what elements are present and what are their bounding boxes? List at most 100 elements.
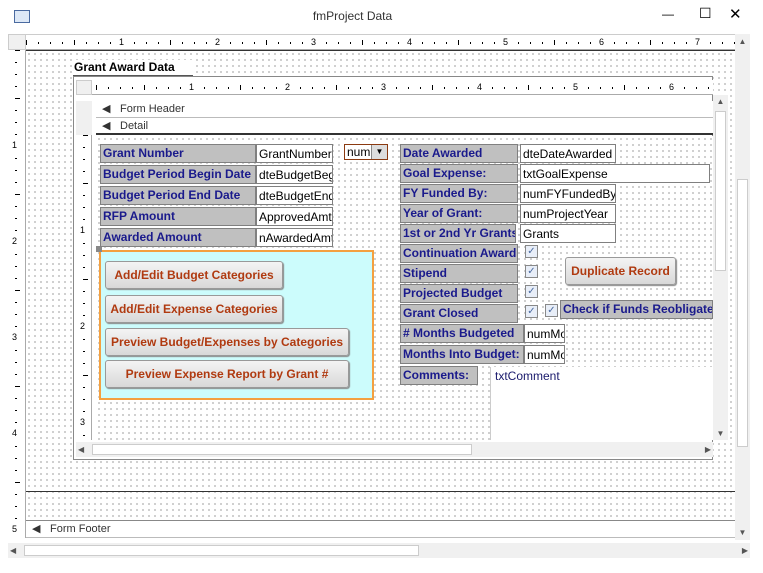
- field-label: Grant Number: [100, 144, 256, 163]
- close-button[interactable]: ✕: [729, 5, 742, 23]
- vertical-ruler: 1 2 3 4 5: [8, 50, 26, 538]
- ruler-tick: [15, 482, 20, 483]
- comment-textbox[interactable]: txtComment: [490, 367, 713, 440]
- ruler-tick: [482, 42, 483, 44]
- reobligated-checkbox[interactable]: ✓: [545, 304, 558, 317]
- ruler-tick: [83, 243, 85, 244]
- field-textbox[interactable]: ApprovedAmt: [256, 207, 333, 226]
- ruler-tick: [15, 98, 20, 99]
- ruler-tick: [15, 170, 17, 171]
- ruler-tick: [15, 506, 17, 507]
- ruler-tick: [554, 40, 555, 45]
- ruler-tick: [336, 85, 337, 90]
- preview-expense-report-button[interactable]: Preview Expense Report by Grant #: [105, 360, 349, 388]
- form-footer-bar[interactable]: ◀ Form Footer: [26, 520, 735, 538]
- ruler-number: 1: [119, 37, 125, 47]
- ruler-tick: [83, 159, 85, 160]
- ruler-tick: [96, 85, 97, 90]
- field-textbox[interactable]: dteBudgetEnd: [256, 186, 333, 205]
- subform-horizontal-scrollbar[interactable]: ◀ ▶: [76, 442, 713, 457]
- ruler-tick: [302, 42, 303, 44]
- field-textbox[interactable]: numMonths: [524, 324, 565, 343]
- grant-award-data-label[interactable]: Grant Award Data: [73, 60, 193, 76]
- ruler-number: 2: [285, 82, 291, 92]
- field-label: Months Into Budget:: [400, 345, 524, 364]
- ruler-tick: [444, 87, 445, 89]
- ruler-tick: [15, 446, 17, 447]
- grants-combo[interactable]: Grants: [520, 224, 616, 243]
- ruler-tick: [83, 315, 85, 316]
- ruler-tick: [15, 86, 17, 87]
- ruler-tick: [290, 42, 291, 44]
- ruler-tick: [686, 42, 687, 44]
- ruler-tick: [422, 42, 423, 44]
- dropdown-arrow-icon[interactable]: ▼: [371, 145, 387, 159]
- field-textbox[interactable]: dteDateAwarded: [520, 144, 616, 163]
- ruler-tick: [62, 42, 63, 44]
- field-textbox[interactable]: numFYFundedBy: [520, 184, 616, 203]
- preview-budget-expenses-button[interactable]: Preview Budget/Expenses by Categories: [105, 328, 349, 356]
- ruler-tick: [15, 134, 17, 135]
- ruler-tick: [338, 42, 339, 44]
- ruler-tick: [170, 40, 171, 45]
- ruler-tick: [398, 42, 399, 44]
- ruler-tick: [83, 435, 85, 436]
- field-textbox[interactable]: numProjectYear: [520, 204, 616, 223]
- title-bar: fmProject Data — ☐ ✕: [0, 0, 763, 32]
- duplicate-record-button[interactable]: Duplicate Record: [565, 257, 676, 285]
- edit-expense-categories-button[interactable]: Add/Edit Expense Categories: [105, 295, 283, 323]
- checkbox[interactable]: ✓: [525, 285, 538, 298]
- ruler-tick: [15, 230, 17, 231]
- ruler-tick: [504, 87, 505, 89]
- ruler-tick: [15, 158, 17, 159]
- ruler-tick: [83, 291, 85, 292]
- ruler-tick: [83, 375, 88, 376]
- subform-corner[interactable]: [76, 80, 92, 95]
- maximize-button[interactable]: ☐: [699, 5, 712, 22]
- ruler-tick: [83, 171, 85, 172]
- ruler-tick: [566, 42, 567, 44]
- section-arrow-icon: ◀: [102, 103, 111, 115]
- ruler-tick: [590, 42, 591, 44]
- field-textbox[interactable]: GrantNumber: [256, 144, 333, 163]
- edit-budget-categories-button[interactable]: Add/Edit Budget Categories: [105, 261, 283, 289]
- section-arrow-icon: ◀: [102, 120, 111, 132]
- horizontal-ruler: 1 2 3 4 5 6 7: [26, 34, 735, 50]
- field-label: RFP Amount: [100, 207, 256, 226]
- horizontal-scrollbar[interactable]: ◀ ▶: [8, 543, 750, 558]
- ruler-number: 1: [189, 82, 195, 92]
- corner-selector[interactable]: [8, 34, 26, 50]
- ruler-tick: [180, 87, 181, 89]
- detail-bar[interactable]: ◀ Detail: [96, 118, 713, 135]
- ruler-tick: [350, 42, 351, 44]
- ruler-tick: [83, 351, 85, 352]
- ruler-tick: [15, 206, 17, 207]
- ruler-tick: [15, 326, 17, 327]
- minimize-button[interactable]: —: [662, 7, 674, 21]
- subform-vertical-scrollbar[interactable]: ▲ ▼: [713, 95, 728, 440]
- ruler-tick: [612, 87, 613, 89]
- num-combo-value: num: [347, 145, 371, 159]
- field-textbox[interactable]: numMonths: [524, 345, 565, 364]
- field-textbox[interactable]: dteBudgetBeg: [256, 165, 333, 184]
- ruler-tick: [98, 42, 99, 44]
- ruler-tick: [83, 363, 85, 364]
- ruler-tick: [458, 40, 459, 45]
- field-textbox[interactable]: nAwardedAmt: [256, 228, 333, 247]
- checkbox[interactable]: ✓: [525, 245, 538, 258]
- num-combo[interactable]: num ▼: [344, 144, 388, 160]
- vertical-scrollbar[interactable]: ▲ ▼: [735, 34, 750, 540]
- checkbox[interactable]: ✓: [525, 265, 538, 278]
- checkbox[interactable]: ✓: [525, 305, 538, 318]
- ruler-tick: [266, 40, 267, 45]
- checkbox-label: Grant Closed: [400, 304, 518, 323]
- ruler-tick: [15, 302, 17, 303]
- field-textbox[interactable]: txtGoalExpense: [520, 164, 710, 183]
- ruler-tick: [15, 194, 20, 195]
- ruler-tick: [456, 87, 457, 89]
- ruler-tick: [492, 87, 493, 89]
- ruler-tick: [83, 267, 85, 268]
- ruler-tick: [15, 62, 17, 63]
- form-header-bar[interactable]: ◀ Form Header: [96, 101, 713, 118]
- section-selectors[interactable]: [76, 101, 92, 135]
